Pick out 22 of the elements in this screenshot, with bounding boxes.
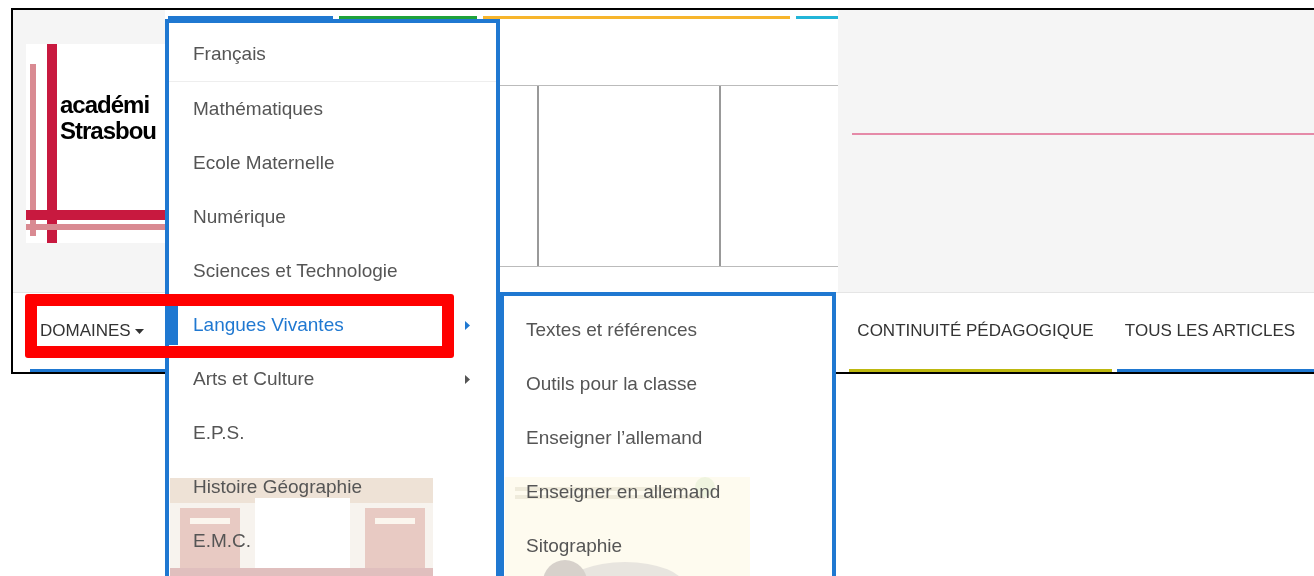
logo-text: académi (60, 92, 151, 118)
submenu-item[interactable]: Outils pour la classe (504, 357, 832, 411)
menu-item[interactable]: Mathématiques (193, 89, 323, 129)
submenu-arrow-icon[interactable] (465, 320, 470, 330)
menu-item[interactable]: Français (193, 34, 266, 75)
menu-item[interactable]: Langues Vivantes (193, 305, 344, 345)
menu-item[interactable]: Ecole Maternelle (193, 143, 335, 183)
menu-item[interactable]: Histoire Géographie (193, 467, 362, 507)
submenu-item[interactable]: Enseigner en allemand (504, 465, 832, 519)
nav-item[interactable]: TOUS LES ARTICLES (1116, 293, 1314, 372)
nav-item[interactable]: CONTINUITÉ PÉDAGOGIQUE (849, 293, 1112, 372)
logo-text: Strasbou (60, 118, 156, 144)
submenu-item[interactable]: Textes et références (504, 303, 832, 357)
menu-item[interactable]: Arts et Culture (193, 359, 315, 399)
menu-item[interactable]: Numérique (193, 197, 286, 237)
submenu-item[interactable]: Sitographie (504, 519, 832, 573)
logo[interactable]: académi Strasbou (26, 44, 165, 243)
submenu-arrow-icon[interactable] (465, 374, 470, 384)
menu-item[interactable]: E.M.C. (193, 521, 252, 561)
menu-item[interactable]: Sciences et Technologie (193, 251, 398, 291)
menu-item[interactable]: E.P.S. (193, 413, 245, 453)
submenu-item[interactable]: Enseigner l’allemand (504, 411, 832, 465)
